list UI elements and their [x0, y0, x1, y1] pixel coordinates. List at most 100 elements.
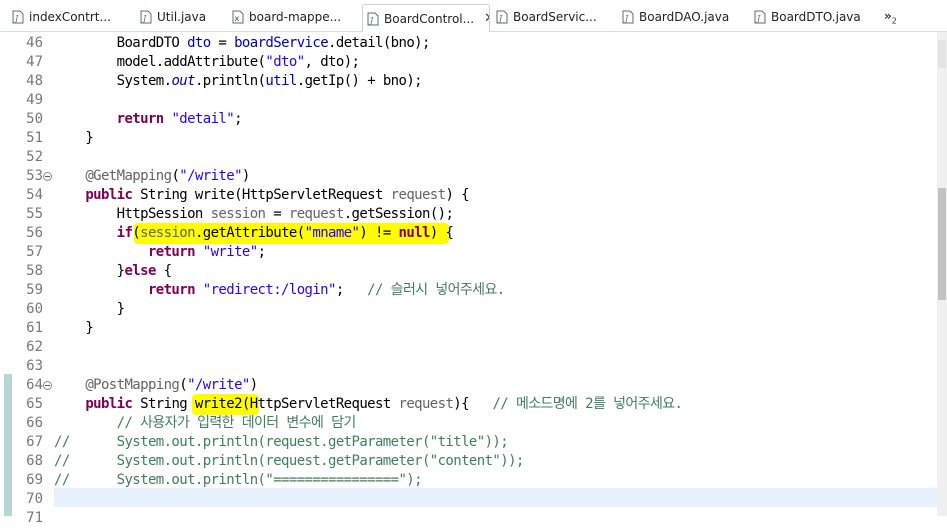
- line-number: 57: [26, 244, 43, 260]
- code-line[interactable]: 60 }: [0, 300, 937, 319]
- code-token: }: [54, 320, 94, 336]
- code-token: "dto": [265, 54, 305, 70]
- code-line[interactable]: 71: [0, 509, 937, 528]
- code-line[interactable]: 47 model.addAttribute("dto", dto);: [0, 53, 937, 72]
- code-token: @GetMapping: [54, 168, 172, 184]
- tab-boardcontroller[interactable]: J BoardControl... ✕: [362, 4, 490, 32]
- tab-boardservice[interactable]: J BoardServic...: [496, 6, 614, 28]
- tab-boarddao[interactable]: J BoardDAO.java: [622, 6, 750, 28]
- fold-collapse-icon[interactable]: [43, 172, 52, 181]
- code-line[interactable]: 67 // System.out.println(request.getParam…: [0, 433, 937, 452]
- code-line[interactable]: 69 // System.out.println("===============…: [0, 471, 937, 490]
- svg-text:x: x: [235, 14, 240, 23]
- code-token: ){: [453, 396, 493, 412]
- code-line[interactable]: 68 // System.out.println(request.getParam…: [0, 452, 937, 471]
- line-number: 59: [26, 282, 43, 298]
- code-text: public String write2(HttpServletRequest …: [54, 395, 683, 414]
- code-line[interactable]: 53 @GetMapping("/write"): [0, 167, 937, 186]
- code-text: }: [54, 129, 93, 148]
- tab-overflow-button[interactable]: »2: [884, 9, 897, 25]
- tab-label: indexContrt...: [29, 10, 111, 24]
- code-line[interactable]: 55 HttpSession session = request.getSess…: [0, 205, 937, 224]
- code-text: return "write";: [54, 243, 266, 262]
- tab-util[interactable]: J Util.java: [140, 6, 228, 28]
- scrollbar-overview-mark: [938, 40, 946, 68]
- tab-label: BoardServic...: [513, 10, 597, 24]
- code-token: null: [398, 225, 431, 241]
- code-line[interactable]: 51 }: [0, 129, 937, 148]
- code-text: @PostMapping("/write"): [54, 376, 258, 395]
- code-text: if(session.getAttribute("mname") != null…: [54, 224, 454, 243]
- code-token: // 슬러시 넣어주세요.: [367, 282, 505, 298]
- code-line[interactable]: 54 public String write(HttpServletReques…: [0, 186, 937, 205]
- tab-label: BoardDTO.java: [771, 10, 861, 24]
- tab-label: BoardDAO.java: [639, 10, 730, 24]
- code-text: // System.out.println(request.getParamet…: [54, 433, 509, 452]
- java-file-icon: J: [754, 10, 766, 24]
- java-file-icon: J: [622, 10, 634, 24]
- code-token: =: [265, 206, 289, 222]
- code-line[interactable]: 65 public String write2(HttpServletReque…: [0, 395, 937, 414]
- code-token: HttpSession: [54, 206, 211, 222]
- code-line[interactable]: 63: [0, 357, 937, 376]
- code-token: (: [179, 377, 188, 393]
- code-token: "write": [202, 244, 258, 260]
- tab-indexcontroller[interactable]: J indexContrt...: [12, 6, 138, 28]
- code-line[interactable]: 56 if(session.getAttribute("mname") != n…: [0, 224, 937, 243]
- code-token: request: [398, 396, 454, 412]
- java-file-icon: J: [140, 10, 152, 24]
- code-token: @PostMapping: [54, 377, 180, 393]
- code-token: request: [288, 206, 344, 222]
- code-line[interactable]: 66 // 사용자가 입력한 데이터 변수에 담기: [0, 414, 937, 433]
- xml-file-icon: x: [232, 10, 244, 24]
- code-token: , dto);: [304, 54, 360, 70]
- code-line[interactable]: 46 BoardDTO dto = boardService.detail(bn…: [0, 34, 937, 53]
- code-token: .getSession();: [343, 206, 454, 222]
- code-line[interactable]: 70: [0, 490, 937, 509]
- code-token: // System.out.println(request.getParamet…: [54, 453, 524, 469]
- code-line[interactable]: 58 }else {: [0, 262, 937, 281]
- code-token: .getIp() + bno);: [296, 73, 423, 89]
- code-token: boardService: [234, 35, 329, 51]
- line-number: 71: [26, 510, 43, 526]
- line-number: 53: [26, 168, 43, 184]
- line-number: 68: [26, 453, 43, 469]
- code-line[interactable]: 57 return "write";: [0, 243, 937, 262]
- line-number: 62: [26, 339, 43, 355]
- code-token: dto: [187, 35, 211, 51]
- line-number: 56: [26, 225, 43, 241]
- code-text: // 사용자가 입력한 데이터 변수에 담기: [54, 414, 357, 433]
- tab-label: BoardControl...: [384, 11, 475, 26]
- line-number: 67: [26, 434, 43, 450]
- code-editor[interactable]: 46 BoardDTO dto = boardService.detail(bn…: [0, 32, 947, 526]
- code-line[interactable]: 52: [0, 148, 937, 167]
- code-text: }: [54, 300, 125, 319]
- code-token: {: [155, 263, 172, 279]
- fold-collapse-icon[interactable]: [43, 381, 52, 390]
- line-number: 60: [26, 301, 43, 317]
- line-number: 58: [26, 263, 43, 279]
- code-line[interactable]: 59 return "redirect:/login"; // 슬러시 넣어주세…: [0, 281, 937, 300]
- code-token: // System.out.println(request.getParamet…: [54, 434, 509, 450]
- tab-boarddto[interactable]: J BoardDTO.java: [754, 6, 878, 28]
- code-line[interactable]: 61 }: [0, 319, 937, 338]
- code-token: return: [54, 111, 172, 127]
- tab-board-mapper[interactable]: x board-mappe...: [232, 6, 360, 28]
- java-file-icon: J: [367, 12, 379, 26]
- code-text: model.addAttribute("dto", dto);: [54, 53, 360, 72]
- code-line[interactable]: 64 @PostMapping("/write"): [0, 376, 937, 395]
- code-line[interactable]: 48 System.out.println(util.getIp() + bno…: [0, 72, 937, 91]
- code-text: return "redirect:/login"; // 슬러시 넣어주세요.: [54, 281, 505, 300]
- line-number: 65: [26, 396, 43, 412]
- code-line[interactable]: 49: [0, 91, 937, 110]
- code-line[interactable]: 62: [0, 338, 937, 357]
- scrollbar-thumb[interactable]: [938, 188, 946, 300]
- code-line[interactable]: 50 return "detail";: [0, 110, 937, 129]
- code-token: else: [124, 263, 156, 279]
- code-token: =: [210, 35, 235, 51]
- code-text: BoardDTO dto = boardService.detail(bno);: [54, 34, 431, 53]
- code-text: }else {: [54, 262, 172, 281]
- close-icon[interactable]: ✕: [484, 11, 489, 26]
- code-text: HttpSession session = request.getSession…: [54, 205, 454, 224]
- code-token: }: [54, 130, 94, 146]
